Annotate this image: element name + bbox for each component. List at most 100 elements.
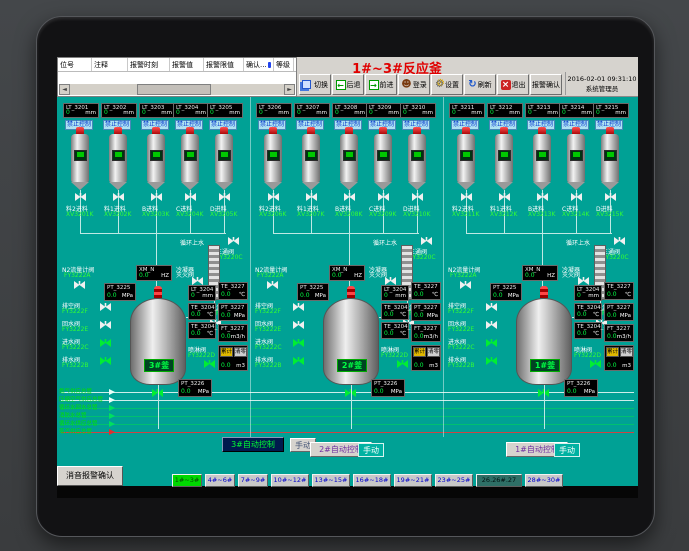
spray-valve-icon[interactable] [590,360,601,368]
totalizer-accumulate-button[interactable]: 累计 [220,347,233,357]
left-valve-icon[interactable] [486,339,497,347]
tank-level-window [377,150,390,161]
feed-valve-icon[interactable] [113,193,124,201]
alarm-column-1: 注释 [92,58,128,71]
forward-button[interactable]: →前进 [365,74,397,95]
scrollbar-right-arrow-icon[interactable]: ► [284,84,295,95]
fire-valve-icon[interactable] [385,277,396,285]
feed-tank-level-box: LT_32150mm [593,103,629,118]
three-way-valve-icon[interactable] [421,237,432,245]
settings-button[interactable]: ⚙设置 [431,74,463,95]
feed-tank-level-box-value: 0 [66,109,70,116]
left-valve-icon[interactable] [293,303,304,311]
left-valve-icon[interactable] [486,303,497,311]
back-button[interactable]: ←后退 [332,74,364,95]
feed-valve-icon[interactable] [306,193,317,201]
scrollbar-thumb[interactable] [137,84,211,95]
section-separator [250,97,251,437]
feed-valve-tag: XV3209K [369,211,396,218]
pressure-box: PT_32250.0MPa [297,283,329,301]
manual-button-1#[interactable]: 手动 [554,443,580,457]
reactor-beacon-light [540,286,548,298]
feed-valve-icon[interactable] [185,193,196,201]
totalizer-accumulate-button[interactable]: 累计 [413,347,426,357]
kettle-tab-7#~9#[interactable]: 7#~9# [238,474,268,487]
feed-valve-icon[interactable] [378,193,389,201]
stirrer-speed-box: XM_N0.0HZ [136,265,172,281]
left-valve-icon[interactable] [293,357,304,365]
manual-button-2#[interactable]: 手动 [358,443,384,457]
kettle-tab-26.26#.27[interactable]: 26.26#.27 [476,474,522,487]
kettle-tab-13#~15#[interactable]: 13#~15# [312,474,350,487]
totalizer-accumulate-button[interactable]: 累计 [606,347,619,357]
refresh-icon: ↻ [468,80,476,90]
bottom-pressure-box-tag: PT_3226 [181,381,204,387]
stirrer-speed-box: XM_N0.0HZ [329,265,365,281]
feed-tank [374,134,392,182]
spray-valve-icon[interactable] [204,360,215,368]
left-valve-icon[interactable] [100,339,111,347]
feed-valve-icon[interactable] [151,193,162,201]
left-valve-icon[interactable] [293,321,304,329]
three-way-valve-icon[interactable] [614,237,625,245]
totalizer-reset-button[interactable]: 清零 [234,347,247,357]
totalizer-reset-button[interactable]: 清零 [427,347,440,357]
exit-button[interactable]: ×退出 [497,74,529,95]
kettle-tab-4#~6#[interactable]: 4#~6# [205,474,235,487]
left-valve-tag: FY3222E [62,326,88,333]
alarm-table-scrollbar[interactable]: ◄ ► [59,84,295,95]
kettle-tab-10#~12#[interactable]: 10#~12# [271,474,309,487]
left-valve-icon[interactable] [293,339,304,347]
feed-valve-tag: XV3205K [210,211,237,218]
left-valve-icon[interactable] [100,303,111,311]
feed-valve-icon[interactable] [571,193,582,201]
feed-valve-icon[interactable] [605,193,616,201]
stirrer-speed-box-unit: HZ [547,273,555,279]
feed-tank-level-box-unit: mm [581,110,592,116]
kettle-tab-16#~18#[interactable]: 16#~18# [353,474,391,487]
auto-control-button-3#[interactable]: 3#自动控制 [222,437,284,452]
spray-valve-icon[interactable] [397,360,408,368]
reactor-level-box: LT_32040mm [574,285,602,301]
switch-button[interactable]: 切换 [299,74,331,95]
n2-flow-valve-icon[interactable] [460,281,471,289]
refresh-button[interactable]: ↻刷新 [464,74,496,95]
alarm-column-2: 报警时刻 [128,58,170,71]
left-valve-icon[interactable] [486,321,497,329]
fire-valve-icon[interactable] [192,277,203,285]
tank-level-window [411,150,424,161]
feed-valve-icon[interactable] [412,193,423,201]
feed-tank-level-box-value: 0 [176,109,180,116]
n2-flow-valve-icon[interactable] [74,281,85,289]
alarm-ack-button[interactable]: 报警确认 [530,74,562,95]
left-valve-icon[interactable] [100,321,111,329]
feed-valve-icon[interactable] [499,193,510,201]
fire-valve-icon[interactable] [578,277,589,285]
feed-valve-icon[interactable] [219,193,230,201]
kettle-tab-23#~25#[interactable]: 23#~25# [435,474,473,487]
mute-alarm-button[interactable]: 消音报警确认 [57,466,123,486]
bottom-pressure-box-unit: MPa [198,389,209,395]
feed-tank-level-box: LT_32030mm [139,103,175,118]
feed-valve-icon[interactable] [268,193,279,201]
login-button[interactable]: ☻登录 [398,74,430,95]
left-valve-icon[interactable] [100,357,111,365]
feed-valve-icon[interactable] [537,193,548,201]
tank-level-window [74,150,87,161]
totalizer-reset-button[interactable]: 清零 [620,347,633,357]
pressure-box-value: 0.0 [107,292,117,299]
kettle-tab-19#~21#[interactable]: 19#~21# [394,474,432,487]
three-way-valve-icon[interactable] [228,237,239,245]
feed-valve-icon[interactable] [75,193,86,201]
scrollbar-left-arrow-icon[interactable]: ◄ [59,84,70,95]
kettle-tab-1#~3#[interactable]: 1#~3# [172,474,202,487]
back-button-label: 后退 [347,80,361,90]
feed-valve-icon[interactable] [461,193,472,201]
n2-flow-valve-icon[interactable] [267,281,278,289]
left-valve-icon[interactable] [486,357,497,365]
pressure-box-value: 0.0 [493,292,503,299]
alarm-column-label: 报警时刻 [130,60,158,70]
feed-valve-icon[interactable] [344,193,355,201]
left-valve-tag: FY3222C [448,344,475,351]
kettle-tab-28#~30#[interactable]: 28#~30# [525,474,563,487]
